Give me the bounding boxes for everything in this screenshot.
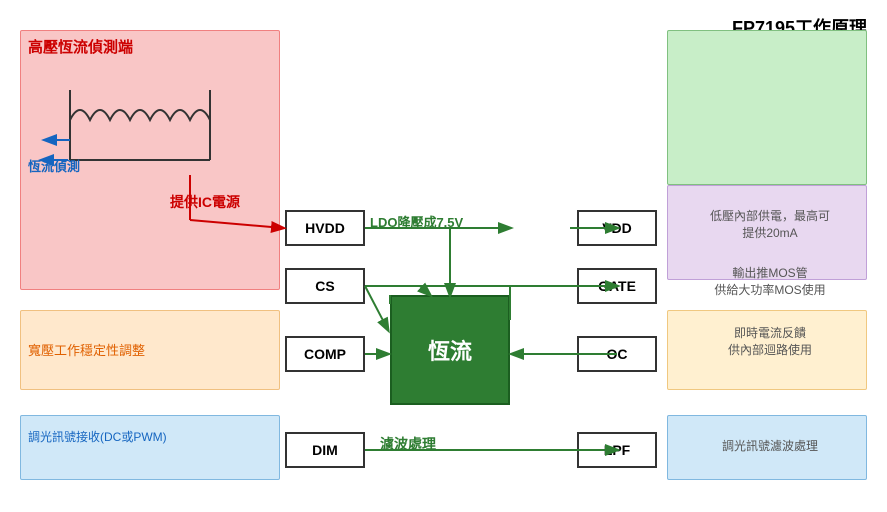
- pink-region-label: 高壓恆流偵測端: [28, 36, 133, 57]
- gate-box: GATE: [577, 268, 657, 304]
- cs-box: CS: [285, 268, 365, 304]
- oc-box: OC: [577, 336, 657, 372]
- center-constant-current-box: 恆流: [390, 295, 510, 405]
- region-blue-left: [20, 415, 280, 480]
- region-green: [667, 30, 867, 185]
- comp-box: COMP: [285, 336, 365, 372]
- vdd-box: VDD: [577, 210, 657, 246]
- diagram-container: FP7195工作原理 高壓恆流偵測端 寬壓工作穩定性調整 調光訊號接收(DC或P…: [0, 0, 887, 512]
- filter-label: 濾波處理: [380, 434, 436, 454]
- blue-left-label: 調光訊號接收(DC或PWM): [28, 428, 167, 445]
- hvdd-box: HVDD: [285, 210, 365, 246]
- ldo-label: LDO降壓成7.5V: [370, 212, 463, 231]
- vdd-annotation: 低壓內部供電，最高可提供20mA: [675, 208, 865, 242]
- constant-current-label: 恆流偵測: [28, 156, 80, 175]
- gate-annotation: 輸出推MOS管供給大功率MOS使用: [675, 265, 865, 299]
- provide-ic-label: 提供IC電源: [170, 192, 240, 212]
- lpf-box: LPF: [577, 432, 657, 468]
- dim-box: DIM: [285, 432, 365, 468]
- oc-annotation: 即時電流反饋供內部迴路使用: [675, 325, 865, 359]
- orange-left-label: 寬壓工作穩定性調整: [28, 340, 145, 359]
- lpf-annotation: 調光訊號濾波處理: [675, 438, 865, 455]
